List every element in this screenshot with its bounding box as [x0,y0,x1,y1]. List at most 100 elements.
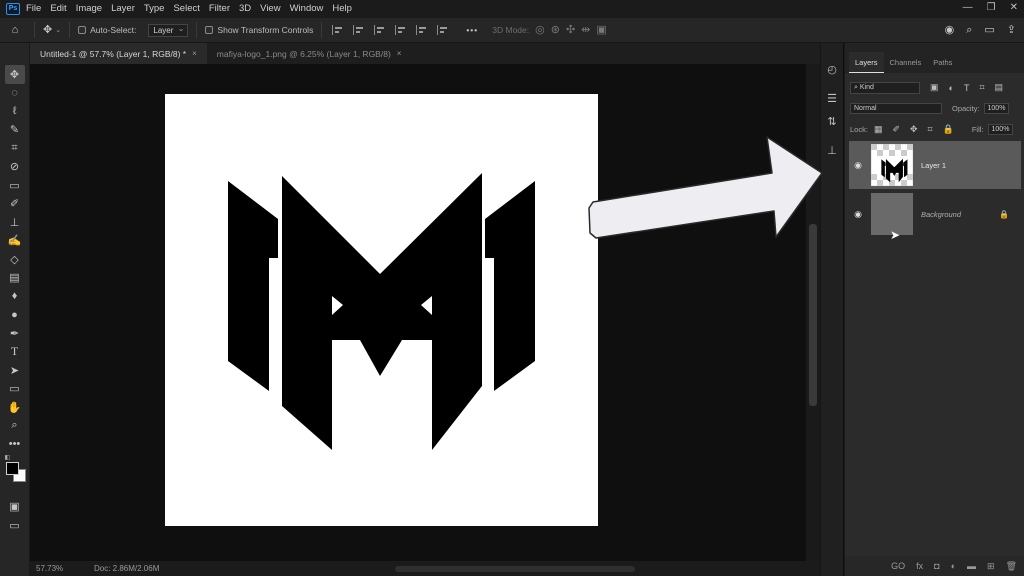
tab-mafiya-logo[interactable]: mafiya-logo_1.png @ 6.25% (Layer 1, RGB/… [207,43,412,64]
close-icon[interactable]: × [397,49,402,58]
visibility-eye-icon[interactable]: ◉ [849,209,867,220]
layer-filter-dropdown[interactable]: ⌕ Kind [850,81,920,94]
pen-tool[interactable]: ✒ [5,324,25,343]
filter-smart-object-icon[interactable]: ▤ [995,82,1004,93]
fx-icon[interactable]: fx [916,561,923,571]
menu-edit[interactable]: Edit [50,3,66,14]
move-tool[interactable]: ✥ [4,65,25,84]
align-left-icon[interactable] [332,25,344,35]
align-middle-icon[interactable] [416,25,428,35]
roll-3d-icon[interactable]: ⊛ [551,24,560,36]
more-options-button[interactable]: ••• [466,25,478,35]
drag-3d-icon[interactable]: ✣ [566,24,575,36]
tab-layers[interactable]: Layers [849,52,884,73]
workspace-icon[interactable]: ▭ [984,24,994,36]
home-icon[interactable]: ⌂ [12,24,19,36]
close-icon[interactable]: × [192,49,197,58]
screen-mode-button[interactable]: ▭ [5,516,25,535]
mask-icon[interactable]: ◘ [934,561,939,571]
auto-select-checkbox[interactable] [78,26,87,34]
gradient-tool[interactable]: ▤ [5,269,25,288]
align-right-icon[interactable] [374,25,386,35]
more-tools-button[interactable]: ••• [5,435,25,454]
lock-pixels-icon[interactable]: ✐ [892,124,900,135]
history-brush-tool[interactable]: ✍ [5,232,25,251]
quick-mask-button[interactable]: ▣ [5,498,25,517]
group-icon[interactable]: ▬ [967,561,976,571]
healing-brush-tool[interactable]: ▭ [5,176,25,195]
rectangle-tool[interactable]: ▭ [5,380,25,399]
clone-stamp-tool[interactable]: ⊥ [5,213,25,232]
slide-3d-icon[interactable]: ⇹ [581,24,590,36]
filter-type-icon[interactable]: T [964,83,970,93]
properties-icon[interactable]: ☰ [827,92,837,105]
opacity-input[interactable]: 100% [983,103,1010,114]
filter-shape-icon[interactable]: ⌗ [979,82,984,93]
layer-row-layer-1[interactable]: ◉ Layer 1 [849,141,1021,189]
tab-label: mafiya-logo_1.png @ 6.25% (Layer 1, RGB/… [216,48,391,59]
foreground-color-swatch[interactable] [5,461,19,475]
brush-tool[interactable]: ✐ [5,195,25,214]
transform-controls-checkbox[interactable] [205,26,214,34]
menu-layer[interactable]: Layer [111,3,135,14]
search-icon[interactable]: ⌕ [966,24,972,36]
share-icon[interactable]: ⇪ [1007,24,1016,36]
fill-input[interactable]: 100% [987,124,1014,135]
eraser-tool[interactable]: ◇ [5,250,25,269]
close-window-button[interactable]: ✕ [1010,2,1018,13]
tab-untitled-1[interactable]: Untitled-1 @ 57.7% (Layer 1, RGB/8) * × [30,43,207,64]
restore-button[interactable]: ❐ [987,2,996,13]
chevron-down-icon[interactable]: ⌄ [55,26,61,34]
crop-tool[interactable]: ⌗ [5,139,25,158]
scale-3d-icon[interactable]: ▣ [596,24,606,36]
ellipse-marquee-tool[interactable]: ◌ [5,84,25,103]
menu-view[interactable]: View [260,3,280,14]
eyedropper-tool[interactable]: ⊘ [5,158,25,177]
type-tool[interactable]: T [5,343,25,362]
lock-position-icon[interactable]: ✥ [910,124,918,135]
new-layer-icon[interactable]: ⊞ [987,561,995,572]
tab-channels[interactable]: Channels [884,52,928,73]
align-bottom-icon[interactable] [437,25,449,35]
lock-all-icon[interactable]: 🔒 [943,124,954,135]
menu-file[interactable]: File [26,3,41,14]
align-center-icon[interactable] [353,25,365,35]
menu-window[interactable]: Window [290,3,324,14]
zoom-tool[interactable]: ⌕ [5,417,25,436]
hand-tool[interactable]: ✋ [5,398,25,417]
dodge-tool[interactable]: ● [5,306,25,325]
menu-3d[interactable]: 3D [239,3,251,14]
horizontal-scrollbar[interactable] [395,566,635,572]
align-top-icon[interactable] [395,25,407,35]
menu-select[interactable]: Select [173,3,199,14]
layer-row-background[interactable]: ◉ Background 🔒 [849,190,1021,238]
move-icon[interactable]: ✥ [43,24,52,36]
tab-paths[interactable]: Paths [927,52,958,73]
lock-artboard-icon[interactable]: ⌗ [928,124,933,135]
lasso-tool[interactable]: ℓ [5,102,25,121]
menu-help[interactable]: Help [332,3,352,14]
menu-filter[interactable]: Filter [209,3,230,14]
path-selection-tool[interactable]: ➤ [5,361,25,380]
filter-image-icon[interactable]: ▣ [930,82,939,93]
blur-tool[interactable]: ♦ [5,287,25,306]
menu-image[interactable]: Image [76,3,102,14]
document-canvas[interactable] [165,94,598,526]
history-icon[interactable]: ◴ [827,63,837,76]
scrollbar-thumb[interactable] [809,224,817,406]
lock-transparent-icon[interactable]: ▦ [874,124,883,135]
blend-mode-dropdown[interactable]: Normal [850,103,942,114]
auto-select-dropdown[interactable]: Layer [148,23,189,37]
visibility-eye-icon[interactable]: ◉ [849,160,867,171]
minimize-button[interactable]: — [963,2,973,13]
menu-type[interactable]: Type [144,3,165,14]
quick-selection-tool[interactable]: ✎ [5,121,25,140]
filter-adjustment-icon[interactable]: ◐ [949,83,954,93]
default-colors-icon[interactable]: ◧ [5,454,11,461]
zoom-level[interactable]: 57.73% [36,564,94,573]
delete-icon[interactable]: 🗑 [1006,561,1017,572]
link-icon[interactable]: GO [891,561,905,571]
adjustment-icon[interactable]: ◐ [951,561,956,571]
user-icon[interactable]: ◉ [945,24,955,36]
orbit-3d-icon[interactable]: ◎ [535,24,545,36]
